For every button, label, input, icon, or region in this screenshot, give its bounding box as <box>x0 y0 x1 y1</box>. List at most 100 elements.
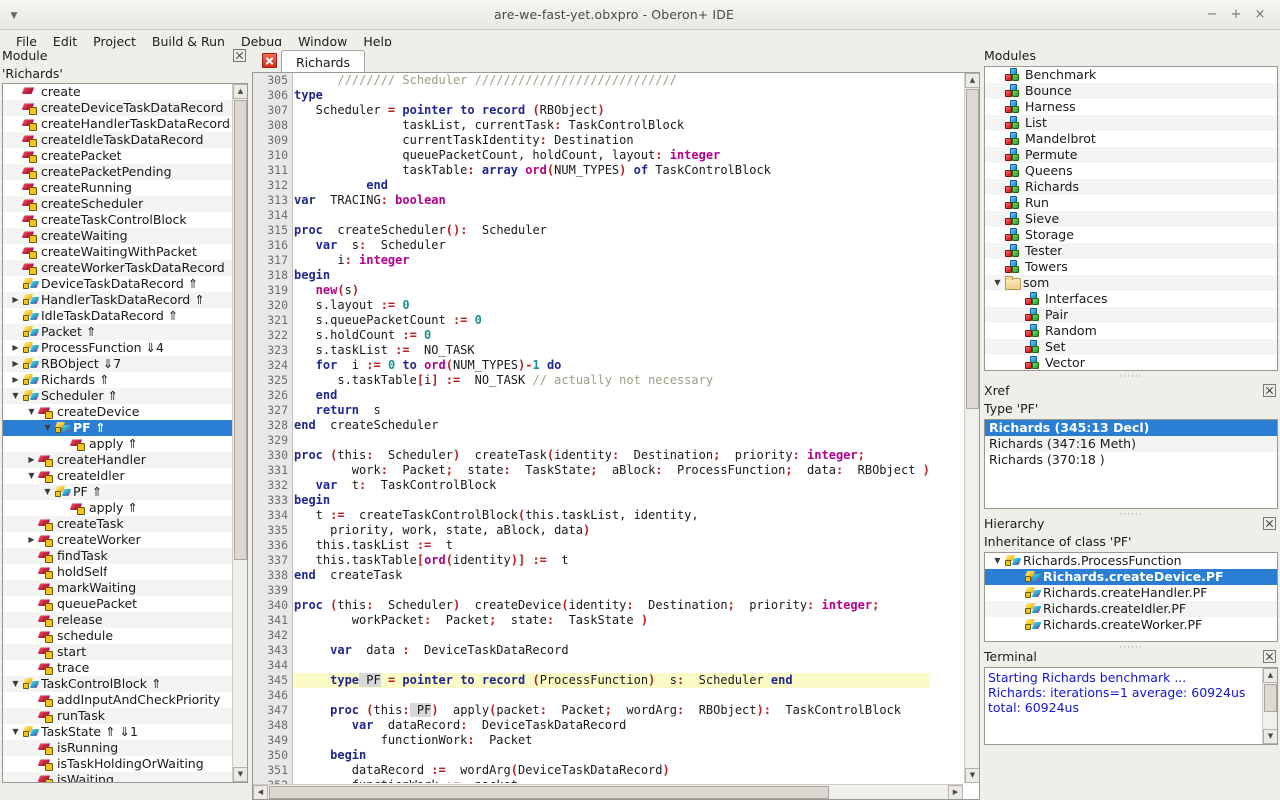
tree-item[interactable]: ▶createWorkerTaskDataRecord <box>3 260 247 276</box>
minimize-button[interactable]: − <box>1200 4 1224 26</box>
code-line[interactable]: taskList, currentTask: TaskControlBlock <box>294 118 930 133</box>
tree-item[interactable]: ▶createPacket <box>3 148 247 164</box>
code-line[interactable]: this.taskList := t <box>294 538 930 553</box>
tree-item[interactable]: ▶Set <box>985 339 1277 355</box>
code-line[interactable]: s.taskList := NO_TASK <box>294 343 930 358</box>
tree-item[interactable]: ▶createRunning <box>3 180 247 196</box>
scrollbar-thumb[interactable] <box>1264 684 1277 712</box>
close-button[interactable]: × <box>1248 4 1272 26</box>
tree-item[interactable]: ▶HandlerTaskDataRecord ⇑ <box>3 292 247 308</box>
xref-item[interactable]: Richards (370:18 ) <box>985 452 1277 468</box>
tree-item[interactable]: ▶Queens <box>985 163 1277 179</box>
tree-item[interactable]: ▶createHandler <box>3 452 247 468</box>
tree-item[interactable]: ▶IdleTaskDataRecord ⇑ <box>3 308 247 324</box>
tree-item[interactable]: ▶DeviceTaskDataRecord ⇑ <box>3 276 247 292</box>
tree-item[interactable]: ▶Richards <box>985 179 1277 195</box>
scroll-down-icon[interactable]: ▼ <box>965 768 980 783</box>
code-line[interactable]: work: Packet; state: TaskState; aBlock: … <box>294 463 930 478</box>
tree-item[interactable]: ▶createTaskControlBlock <box>3 212 247 228</box>
terminal-scrollbar[interactable]: ▲ ▼ <box>1262 668 1277 744</box>
scroll-up-icon[interactable]: ▲ <box>1263 668 1278 683</box>
code-line[interactable]: taskTable: array ord(NUM_TYPES) of TaskC… <box>294 163 930 178</box>
tree-item[interactable]: ▶createWaitingWithPacket <box>3 244 247 260</box>
code-line[interactable]: for i := 0 to ord(NUM_TYPES)-1 do <box>294 358 930 373</box>
code-line[interactable]: type <box>294 88 930 103</box>
code-line[interactable] <box>294 658 930 673</box>
chevron-down-icon[interactable]: ▼ <box>41 484 54 500</box>
tree-item[interactable]: ▼Scheduler ⇑ <box>3 388 247 404</box>
scrollbar-thumb[interactable] <box>966 89 979 409</box>
tree-item[interactable]: ▶isRunning <box>3 740 247 756</box>
code-line[interactable] <box>294 583 930 598</box>
tree-item[interactable]: ▶createHandlerTaskDataRecord <box>3 116 247 132</box>
code-line[interactable]: var TRACING: boolean <box>294 193 930 208</box>
tree-item[interactable]: ▶Random <box>985 323 1277 339</box>
code-line[interactable]: proc (this: PF) apply(packet: Packet; wo… <box>294 703 930 718</box>
tree-item[interactable]: ▶createScheduler <box>3 196 247 212</box>
code-line[interactable]: //////// Scheduler /////////////////////… <box>294 73 930 88</box>
code-line[interactable]: workPacket: Packet; state: TaskState ) <box>294 613 930 628</box>
chevron-right-icon[interactable]: ▶ <box>9 372 22 388</box>
code-line[interactable]: s.taskTable[i] := NO_TASK // actually no… <box>294 373 930 388</box>
close-icon[interactable] <box>1263 650 1276 663</box>
code-line[interactable] <box>294 208 930 223</box>
tree-item[interactable]: ▶Vector <box>985 355 1277 371</box>
tree-item[interactable]: ▶Towers <box>985 259 1277 275</box>
tree-item[interactable]: ▶ProcessFunction ⇓4 <box>3 340 247 356</box>
scroll-up-icon[interactable]: ▲ <box>233 84 248 99</box>
chevron-down-icon[interactable]: ▼ <box>991 553 1004 569</box>
code-line[interactable]: t := createTaskControlBlock(this.taskLis… <box>294 508 930 523</box>
xref-list[interactable]: Richards (345:13 Decl)Richards (347:16 M… <box>984 419 1278 509</box>
scrollbar-thumb[interactable] <box>234 100 247 560</box>
splitter-handle[interactable]: ······ <box>982 373 1280 381</box>
code-line[interactable]: this.taskTable[ord(identity)] := t <box>294 553 930 568</box>
tree-item[interactable]: ▶Storage <box>985 227 1277 243</box>
scroll-right-icon[interactable]: ▶ <box>948 785 963 800</box>
editor-vscrollbar[interactable]: ▲ ▼ <box>964 73 979 783</box>
code-line[interactable]: queuePacketCount, holdCount, layout: int… <box>294 148 930 163</box>
code-line[interactable] <box>294 628 930 643</box>
chevron-right-icon[interactable]: ▶ <box>9 340 22 356</box>
tree-item[interactable]: ▶Richards.createIdler.PF <box>985 601 1277 617</box>
tab-richards[interactable]: Richards <box>281 50 365 74</box>
code-line[interactable]: s.layout := 0 <box>294 298 930 313</box>
tree-item[interactable]: ▶Tester <box>985 243 1277 259</box>
tree-item[interactable]: ▶apply ⇑ <box>3 500 247 516</box>
tree-item[interactable]: ▶createTask <box>3 516 247 532</box>
scroll-left-icon[interactable]: ◀ <box>253 785 268 800</box>
scrollbar-thumb[interactable] <box>269 786 829 799</box>
tree-item[interactable]: ▶createPacketPending <box>3 164 247 180</box>
tree-item[interactable]: ▶trace <box>3 660 247 676</box>
tree-item[interactable]: ▶createDeviceTaskDataRecord <box>3 100 247 116</box>
tree-item[interactable]: ▶isTaskHoldingOrWaiting <box>3 756 247 772</box>
tree-item[interactable]: ▶Benchmark <box>985 67 1277 83</box>
xref-item[interactable]: Richards (345:13 Decl) <box>985 420 1277 436</box>
code-line[interactable]: type PF = pointer to record (ProcessFunc… <box>294 673 930 688</box>
code-line[interactable]: var t: TaskControlBlock <box>294 478 930 493</box>
tree-item[interactable]: ▶isWaiting <box>3 772 247 783</box>
tree-item[interactable]: ▶Packet ⇑ <box>3 324 247 340</box>
tree-item[interactable]: ▼TaskControlBlock ⇑ <box>3 676 247 692</box>
tree-item[interactable]: ▶Bounce <box>985 83 1277 99</box>
chevron-right-icon[interactable]: ▶ <box>9 356 22 372</box>
chevron-down-icon[interactable]: ▼ <box>25 404 38 420</box>
chevron-down-icon[interactable]: ▼ <box>991 275 1004 291</box>
tree-item[interactable]: ▼createDevice <box>3 404 247 420</box>
tree-item[interactable]: ▼PF ⇑ <box>3 484 247 500</box>
chevron-right-icon[interactable]: ▶ <box>25 532 38 548</box>
modules-tree[interactable]: ▶Benchmark▶Bounce▶Harness▶List▶Mandelbro… <box>984 66 1278 371</box>
code-line[interactable]: var data : DeviceTaskDataRecord <box>294 643 930 658</box>
tree-item[interactable]: ▶Mandelbrot <box>985 131 1277 147</box>
tree-item[interactable]: ▶Pair <box>985 307 1277 323</box>
code-line[interactable]: end createTask <box>294 568 930 583</box>
code-line[interactable]: return s <box>294 403 930 418</box>
tree-item[interactable]: ▶release <box>3 612 247 628</box>
tree-item[interactable]: ▶findTask <box>3 548 247 564</box>
tree-item[interactable]: ▶createWaiting <box>3 228 247 244</box>
code-line[interactable]: proc (this: Scheduler) createTask(identi… <box>294 448 930 463</box>
tree-item[interactable]: ▶RBObject ⇓7 <box>3 356 247 372</box>
code-line[interactable]: begin <box>294 493 930 508</box>
chevron-down-icon[interactable]: ▼ <box>9 676 22 692</box>
terminal-output[interactable]: Starting Richards benchmark ... Richards… <box>984 667 1278 745</box>
tree-item[interactable]: ▼TaskState ⇑ ⇓1 <box>3 724 247 740</box>
